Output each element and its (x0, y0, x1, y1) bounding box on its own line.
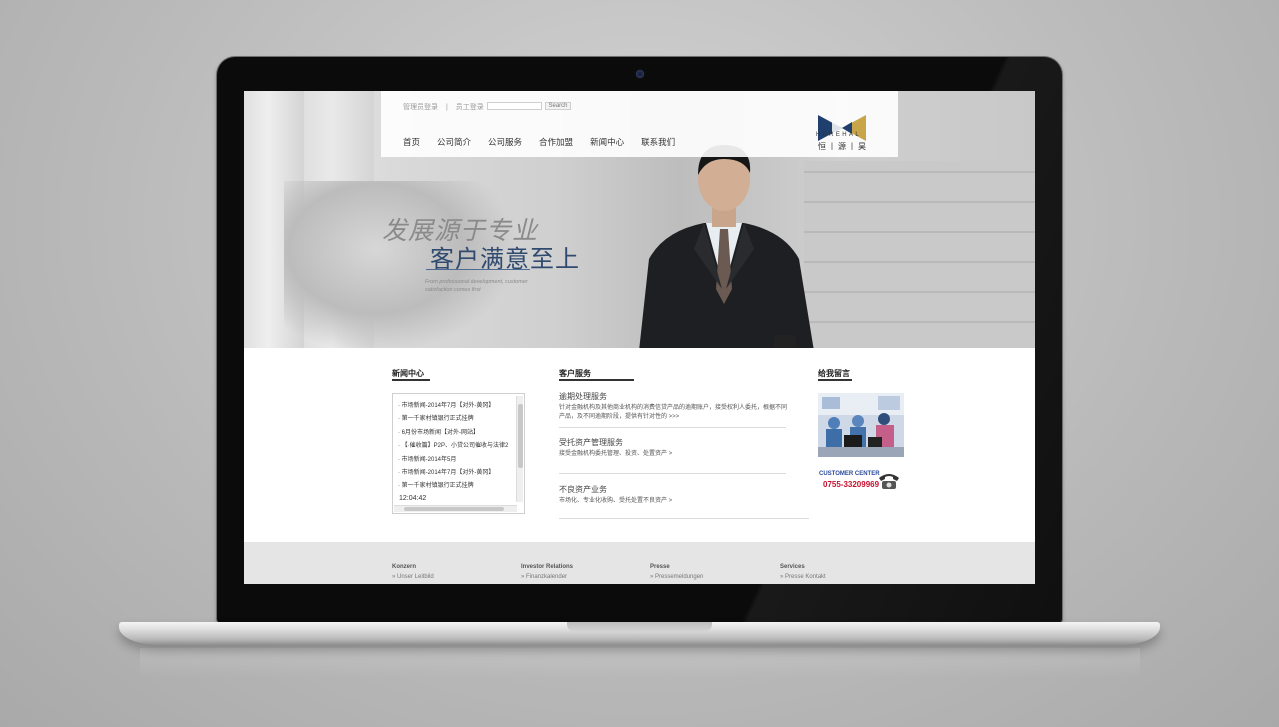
laptop-notch (567, 622, 712, 632)
hero-banner: 管理员登录 | 员工登录 Search 首页 公司简介 公司服务 合作加盟 新闻… (244, 91, 1035, 348)
floor-reflection (140, 648, 1140, 678)
news-item[interactable]: · 【·催收篇】P2P、小贷公司催收与法律2 (398, 440, 524, 453)
stone-wall-image (804, 161, 1035, 348)
message-title-underline (818, 379, 852, 381)
news-list: · 市场新闻-2014年7月【对外-黄冈】 · 第一千家村镇银行正式挂牌 · 6… (393, 394, 524, 494)
news-item[interactable]: · 6月份市场新闻【对外-网站】 (398, 427, 524, 440)
footer: Konzern » Unser Leitbild Investor Relati… (244, 542, 1035, 584)
top-links-separator: | (445, 104, 448, 111)
header-panel: 管理员登录 | 员工登录 Search 首页 公司简介 公司服务 合作加盟 新闻… (381, 91, 898, 157)
hero-slogan-en: From professional development, customer … (425, 279, 528, 293)
nav-item-contact[interactable]: 联系我们 (641, 136, 675, 148)
news-item[interactable]: · 市场新闻-2014年7月【对外-黄冈】 (398, 400, 524, 413)
staff-login-link[interactable]: 员工登录 (456, 104, 484, 111)
footer-column: Konzern » Unser Leitbild (392, 564, 434, 580)
service-desc: 接受金融机构委托管理、投资、处置资产 > (559, 451, 673, 457)
divider (559, 473, 786, 474)
telephone-icon (879, 474, 899, 489)
manager-login-link[interactable]: 管理员登录 (403, 104, 438, 111)
service-desc: 针对金融机构及其他商业机构的消费信贷产品的逾期账户，接受权利人委托，根据不同产品… (559, 405, 788, 420)
footer-heading: Konzern (392, 564, 416, 570)
service-desc: 市场化、专业化收购、受托处置不良资产 > (559, 498, 673, 504)
news-horizontal-scrollbar[interactable] (394, 505, 517, 512)
footer-heading: Investor Relations (521, 564, 574, 570)
news-item[interactable]: · 第一千家村镇银行正式挂牌 (398, 480, 524, 493)
footer-heading: Presse (650, 564, 670, 570)
footer-link[interactable]: » Finanzkalender (521, 574, 573, 580)
service-item[interactable]: 逾期处理服务 针对金融机构及其他商业机构的消费信贷产品的逾期账户，接受权利人委托… (559, 391, 789, 422)
news-item[interactable]: · 第一千家村镇银行正式挂牌 (398, 413, 524, 426)
logo-text-cn: 恒丨源丨昊 (818, 142, 868, 151)
customer-center-label: CUSTOMER CENTER (819, 471, 880, 477)
slogan-underline (426, 269, 530, 270)
top-links: 管理员登录 | 员工登录 (403, 102, 490, 112)
service-item[interactable]: 受托资产管理服务 接受金融机构委托管理、投资、处置资产 > (559, 437, 789, 459)
nav-item-about[interactable]: 公司简介 (437, 136, 471, 148)
customer-center-phone[interactable]: 0755-33209969 (823, 480, 879, 489)
divider (559, 427, 786, 428)
logo-text-en: HEREHAL (816, 132, 862, 138)
website-screen: 管理员登录 | 员工登录 Search 首页 公司简介 公司服务 合作加盟 新闻… (244, 91, 1035, 584)
news-list-box: · 市场新闻-2014年7月【对外-黄冈】 · 第一千家村镇银行正式挂牌 · 6… (392, 393, 525, 514)
news-title-underline (392, 379, 430, 381)
footer-column: Services » Presse Kontakt (780, 564, 826, 580)
news-vertical-scrollbar[interactable] (516, 396, 523, 502)
footer-heading: Services (780, 564, 805, 570)
scroll-thumb[interactable] (518, 404, 523, 468)
webcam-icon (636, 70, 644, 78)
news-item[interactable]: · 市场新闻-2014年7月【对外-黄冈】 (398, 467, 524, 480)
services-title-underline (559, 379, 634, 381)
footer-link[interactable]: » Presse Kontakt (780, 574, 826, 580)
scroll-thumb[interactable] (404, 507, 504, 511)
main-nav: 首页 公司简介 公司服务 合作加盟 新闻中心 联系我们 (403, 136, 675, 148)
footer-link[interactable]: » Unser Leitbild (392, 574, 434, 580)
service-title[interactable]: 不良资产业务 (559, 484, 789, 495)
service-item[interactable]: 不良资产业务 市场化、专业化收购、受托处置不良资产 > (559, 484, 789, 506)
footer-link[interactable]: » Pressemeldungen (650, 574, 703, 580)
nav-item-news[interactable]: 新闻中心 (590, 136, 624, 148)
divider (559, 518, 809, 519)
footer-column: Presse » Pressemeldungen (650, 564, 703, 580)
news-item[interactable]: · 市场新闻-2014年5月 (398, 454, 524, 467)
service-title[interactable]: 逾期处理服务 (559, 391, 789, 402)
nav-item-services[interactable]: 公司服务 (488, 136, 522, 148)
footer-column: Investor Relations » Finanzkalender (521, 564, 573, 580)
businessman-image (639, 145, 814, 348)
nav-item-home[interactable]: 首页 (403, 136, 420, 148)
call-center-image[interactable] (818, 393, 904, 457)
search-input[interactable] (487, 102, 542, 110)
news-timestamp: 12:04:42 (399, 495, 427, 502)
service-title[interactable]: 受托资产管理服务 (559, 437, 789, 448)
search-button[interactable]: Search (545, 102, 571, 110)
nav-item-partnership[interactable]: 合作加盟 (539, 136, 573, 148)
